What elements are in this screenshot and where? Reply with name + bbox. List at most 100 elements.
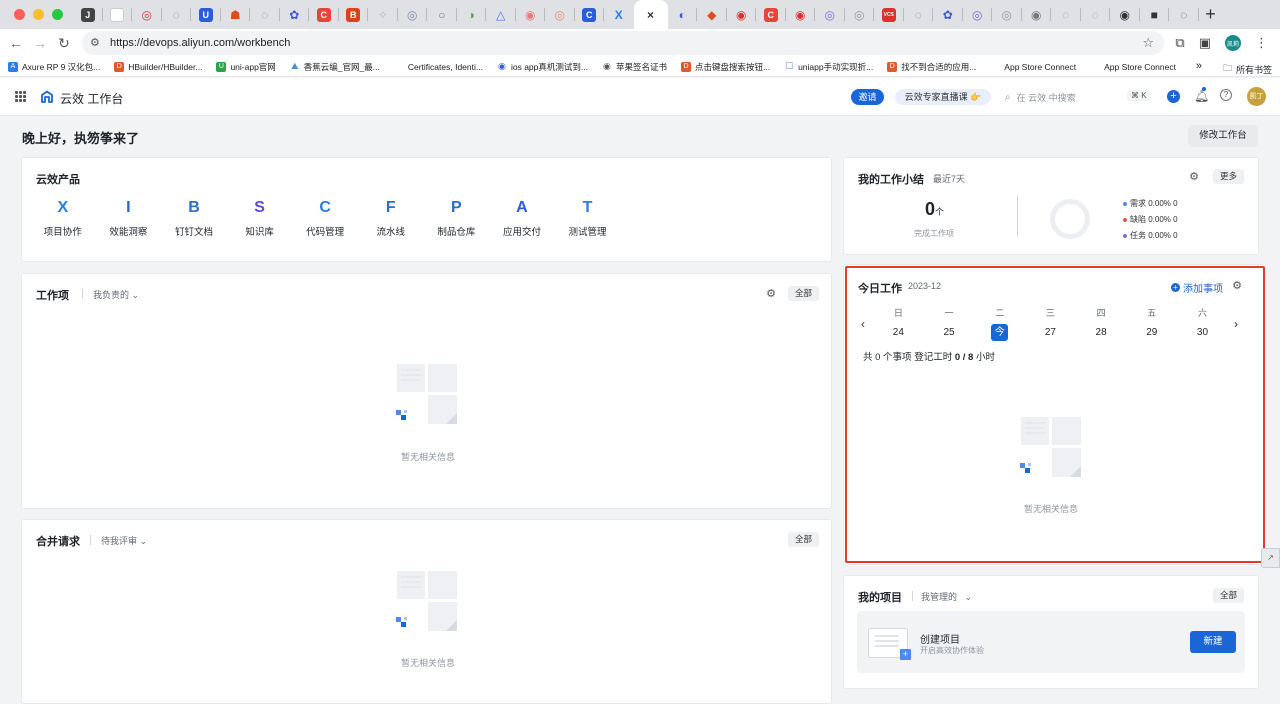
product-item[interactable]: I 效能洞察 [96, 198, 162, 238]
new-project-button[interactable]: 新建 [1190, 631, 1236, 653]
browser-tab[interactable]: ◎ [992, 0, 1022, 29]
browser-tab[interactable]: U [191, 0, 221, 29]
summary-more-button[interactable]: 更多 [1213, 169, 1245, 184]
bookmark-item[interactable]: Uuni-app官网 [216, 61, 276, 73]
browser-tab[interactable]: ◉ [727, 0, 756, 29]
minimize-window-button[interactable] [33, 9, 44, 20]
app-grid-icon[interactable] [15, 91, 26, 102]
product-c-icon: C [319, 199, 331, 216]
browser-tab[interactable]: ✿ [280, 0, 309, 29]
projects-filter[interactable]: 我管理的 ⌄ [921, 590, 972, 603]
bookmark-item[interactable]: App Store Connect [990, 62, 1076, 72]
product-item[interactable]: T 测试管理 [555, 198, 621, 238]
product-item[interactable]: C 代码管理 [292, 198, 358, 238]
completed-label: 完成工作项 [914, 229, 954, 238]
yunxiao-logo-icon[interactable] [40, 90, 54, 104]
bookmark-item[interactable]: D 点击键盘搜索按钮... [680, 61, 770, 73]
help-icon[interactable]: ? [1220, 89, 1232, 101]
work-items-settings-gear-icon[interactable]: ⚙ [765, 288, 777, 300]
browser-tab[interactable]: ◉ [1022, 0, 1051, 29]
bookmark-item[interactable]: ◉ 苹果签名证书 [602, 61, 667, 73]
site-settings-icon[interactable]: ⚙ [90, 36, 104, 50]
browser-tab[interactable]: VCS [874, 0, 904, 29]
back-arrow-icon[interactable]: ← [4, 35, 28, 51]
merge-requests-all-button[interactable]: 全部 [788, 532, 820, 547]
user-avatar[interactable]: 凯丁 [1247, 87, 1266, 106]
browser-tab[interactable]: ◎ [132, 0, 162, 29]
browser-tab[interactable]: ◉ [516, 0, 545, 29]
browser-tab[interactable]: ☗ [221, 0, 250, 29]
extensions-icon[interactable]: ⧉ [1175, 35, 1184, 51]
product-item[interactable]: P 制品仓库 [424, 198, 490, 238]
browser-tab[interactable]: ◐ [668, 0, 697, 29]
feedback-side-tab[interactable]: ↗ [1261, 548, 1280, 568]
browser-tab[interactable]: ◎ [545, 0, 575, 29]
browser-tab[interactable]: X [604, 0, 634, 29]
product-i-icon: I [126, 199, 131, 216]
browser-tab[interactable]: ◎ [963, 0, 992, 29]
products-list: X 项目协作 I 效能洞察 B 钉钉文档 S 知识库 C 代码管理 F 流水线 P 制品仓库 A 应用交付 T 测… [30, 198, 620, 238]
browser-tab[interactable]: ■ [1140, 0, 1169, 29]
work-items-all-button[interactable]: 全部 [788, 286, 820, 301]
product-item[interactable]: X 项目协作 [30, 198, 96, 238]
bookmark-star-icon[interactable]: ☆ [1142, 35, 1154, 51]
browser-tab[interactable]: C [756, 0, 786, 29]
bookmark-item[interactable]: ⛰ 香蕉云编_官网_最... [290, 61, 380, 73]
browser-tab[interactable]: ◉ [786, 0, 815, 29]
product-item[interactable]: B 钉钉文档 [161, 198, 227, 238]
tab-favicon-icon: ◌ [1062, 7, 1070, 22]
forward-arrow-icon[interactable]: → [28, 35, 52, 51]
product-item[interactable]: A 应用交付 [489, 198, 555, 238]
bookmark-item[interactable]: App Store Connect [1090, 62, 1176, 72]
merge-requests-filter[interactable]: 待我评审 ⌄ [101, 534, 147, 547]
profile-avatar[interactable]: 凯莉 [1225, 35, 1241, 51]
browser-tab[interactable]: ◉ [1110, 0, 1140, 29]
browser-tab[interactable]: C [575, 0, 604, 29]
browser-tab[interactable]: ◆ [697, 0, 727, 29]
browser-tab[interactable]: ◌ [250, 0, 280, 29]
bookmark-item[interactable]: ☐ uniapp手动实现折... [784, 61, 873, 73]
browser-tab[interactable]: △ [486, 0, 516, 29]
projects-all-button[interactable]: 全部 [1213, 588, 1245, 603]
browser-tab[interactable]: ◎ [815, 0, 845, 29]
live-course-button[interactable]: 云效专家直播课 👉 [895, 89, 991, 105]
product-item[interactable]: S 知识库 [227, 198, 293, 238]
bookmark-item[interactable]: D HBuilder/HBuilder... [114, 61, 202, 72]
browser-tab[interactable]: ◌ [1081, 0, 1110, 29]
bookmarks-overflow-button[interactable]: » [1196, 60, 1202, 72]
address-bar[interactable]: ⚙ https://devops.aliyun.com/workbench ☆ [82, 31, 1164, 55]
browser-tab[interactable]: ○ [427, 0, 457, 29]
notification-bell-icon[interactable]: 🔔︎ [1194, 89, 1209, 103]
summary-settings-gear-icon[interactable]: ⚙ [1188, 171, 1200, 183]
bookmark-item[interactable]: A Axure RP 9 汉化包... [8, 61, 100, 73]
browser-tab[interactable]: C [309, 0, 339, 29]
sidebar-icon[interactable]: ▣ [1199, 35, 1211, 51]
product-item[interactable]: F 流水线 [358, 198, 424, 238]
browser-tab[interactable]: ✿ [933, 0, 963, 29]
browser-tab[interactable]: ✧ [368, 0, 398, 29]
maximize-window-button[interactable] [52, 9, 63, 20]
all-bookmarks-button[interactable]: 🗀 所有书签 [1223, 61, 1272, 77]
browser-tab[interactable]: ◌ [1169, 0, 1199, 29]
browser-tab[interactable]: ◌ [904, 0, 933, 29]
browser-tab[interactable] [103, 0, 132, 29]
bookmark-item[interactable]: ◉ ios app真机测试到... [497, 61, 588, 73]
modify-workbench-button[interactable]: 修改工作台 [1188, 125, 1258, 147]
browser-tab[interactable]: ◎ [398, 0, 427, 29]
browser-tab[interactable]: B [339, 0, 368, 29]
bookmark-item[interactable]: D 找不到合适的应用... [887, 61, 976, 73]
reload-icon[interactable]: ↻ [52, 35, 76, 52]
work-items-filter[interactable]: 我负责的 ⌄ [93, 288, 139, 301]
browser-tab[interactable]: ◌ [1051, 0, 1081, 29]
invite-button[interactable]: 邀请 [851, 89, 884, 105]
menu-icon[interactable]: ⋮ [1255, 35, 1268, 51]
browser-tab[interactable]: ◑ [457, 0, 486, 29]
browser-tab[interactable]: × [633, 0, 668, 29]
close-window-button[interactable] [14, 9, 25, 20]
browser-tab[interactable]: ◎ [845, 0, 874, 29]
create-plus-button[interactable]: + [1167, 90, 1180, 103]
new-tab-button[interactable]: + [1199, 4, 1223, 25]
bookmark-item[interactable]: Certificates, Identi... [394, 62, 483, 72]
browser-tab[interactable]: J [73, 0, 103, 29]
browser-tab[interactable]: ◌ [162, 0, 191, 29]
